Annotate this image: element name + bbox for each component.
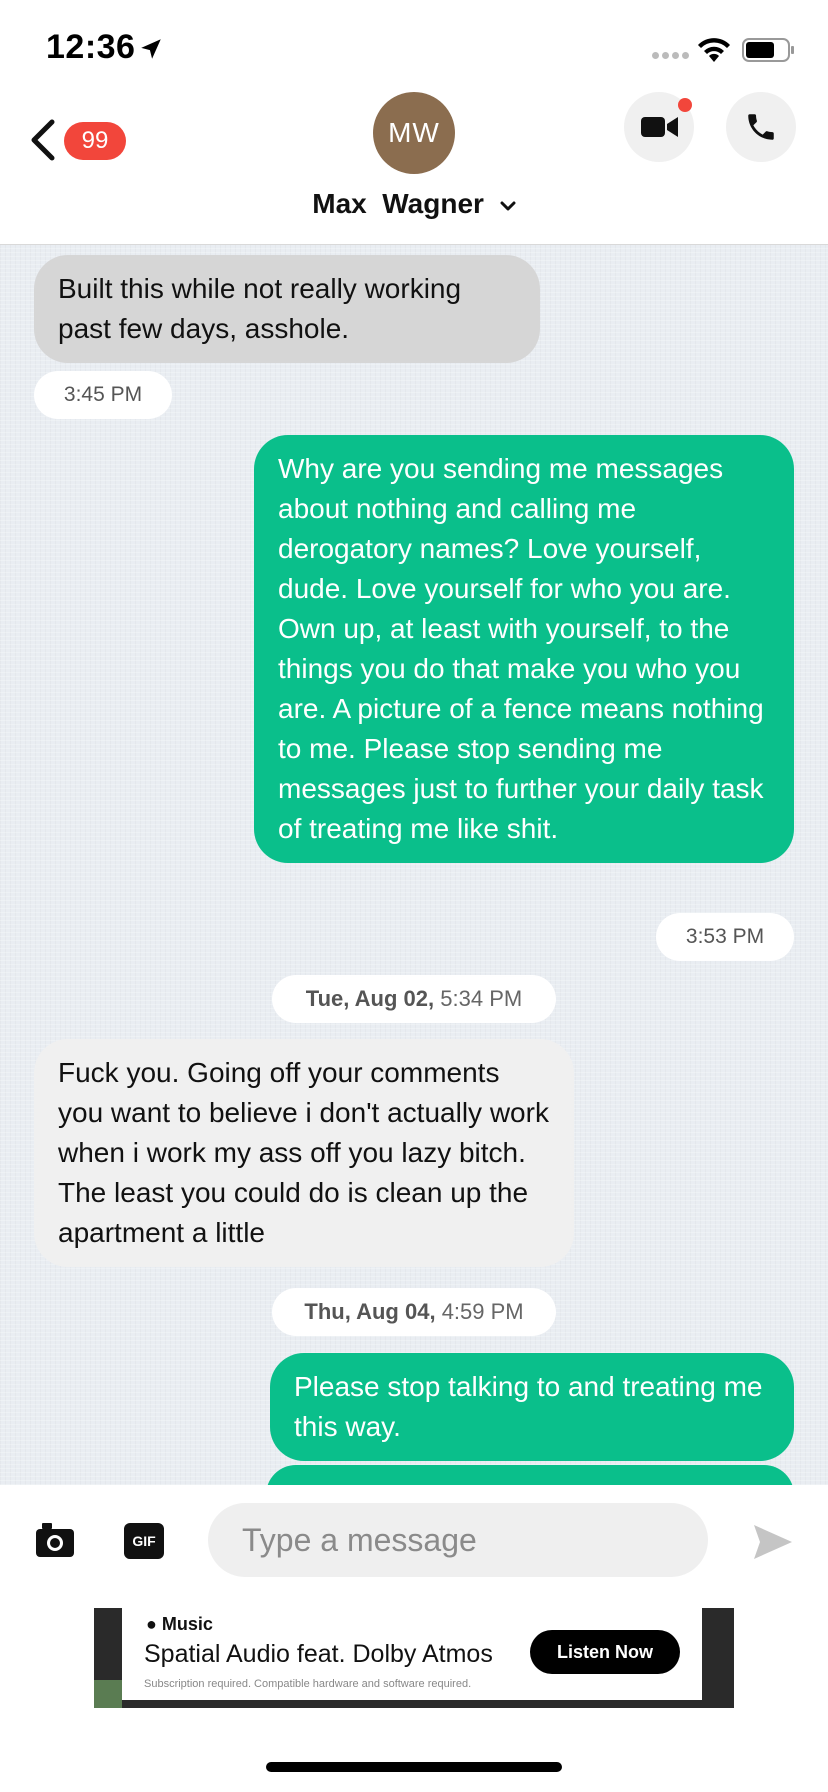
phone-icon — [748, 114, 774, 140]
ad-brand: ● Music — [146, 1614, 213, 1634]
message-list[interactable]: Built this while not really working past… — [0, 245, 828, 1485]
message-text: Fuck you. Going off your comments you wa… — [58, 1057, 549, 1248]
send-icon[interactable] — [752, 1523, 794, 1561]
ad-listen-now-button[interactable]: Listen Now — [530, 1630, 680, 1674]
phone-call-button[interactable] — [726, 92, 796, 162]
date-divider-time: 5:34 PM — [440, 986, 523, 1011]
date-divider: Tue, Aug 02, 5:34 PM — [272, 975, 556, 1023]
date-divider-day: Tue, Aug 02, — [305, 986, 435, 1011]
chevron-left-icon — [31, 119, 55, 161]
gif-button[interactable]: GIF — [124, 1523, 164, 1559]
ad-play-icon[interactable] — [94, 1680, 122, 1708]
contact-name-button[interactable]: Max Wagner — [0, 188, 828, 220]
video-camera-icon — [641, 117, 678, 137]
message-timestamp: 3:53 PM — [656, 913, 794, 961]
unread-badge: 99 — [64, 122, 126, 160]
message-timestamp: 3:45 PM — [34, 371, 172, 419]
back-button[interactable]: 99 — [28, 112, 128, 166]
ad-fine-print: Subscription required. Compatible hardwa… — [144, 1678, 472, 1690]
message-composer: GIF — [0, 1485, 828, 1597]
message-input[interactable] — [208, 1503, 708, 1577]
date-divider: Thu, Aug 04, 4:59 PM — [272, 1288, 556, 1336]
message-text: Please stop talking to and treating me t… — [294, 1371, 763, 1442]
avatar[interactable]: MW — [373, 92, 455, 174]
message-text: Built this while not really working past… — [58, 273, 462, 344]
chevron-down-icon — [500, 201, 516, 211]
message-bubble-outgoing[interactable]: Why are you sending me messages about no… — [254, 435, 794, 863]
wifi-icon — [698, 38, 730, 62]
date-divider-day: Thu, Aug 04, — [304, 1299, 436, 1324]
home-indicator[interactable] — [266, 1762, 562, 1772]
ad-banner[interactable]: ● Music Spatial Audio feat. Dolby Atmos … — [94, 1608, 734, 1708]
status-bar: 12:36 — [0, 0, 828, 92]
message-text: Why are you sending me messages about no… — [278, 453, 764, 844]
contact-name: Max Wagner — [312, 188, 484, 219]
message-bubble-outgoing[interactable]: Please stop talking to and treating me t… — [270, 1353, 794, 1461]
date-divider-time: 4:59 PM — [441, 1299, 524, 1324]
conversation-header: 99 MW Max Wagner — [0, 92, 828, 245]
notification-dot — [678, 98, 692, 112]
message-bubble-incoming[interactable]: Fuck you. Going off your comments you wa… — [34, 1039, 574, 1267]
ad-content: ● Music Spatial Audio feat. Dolby Atmos … — [122, 1608, 702, 1700]
status-time: 12:36 — [46, 28, 136, 66]
message-bubble-incoming[interactable]: Built this while not really working past… — [34, 255, 540, 363]
ad-headline: Spatial Audio feat. Dolby Atmos — [144, 1640, 493, 1668]
battery-icon — [742, 38, 794, 62]
message-bubble-outgoing-partial[interactable] — [266, 1465, 794, 1485]
camera-icon[interactable] — [34, 1521, 76, 1559]
signal-icon — [652, 52, 689, 59]
location-arrow-icon — [141, 39, 161, 59]
apple-logo-icon: ● — [146, 1614, 157, 1634]
